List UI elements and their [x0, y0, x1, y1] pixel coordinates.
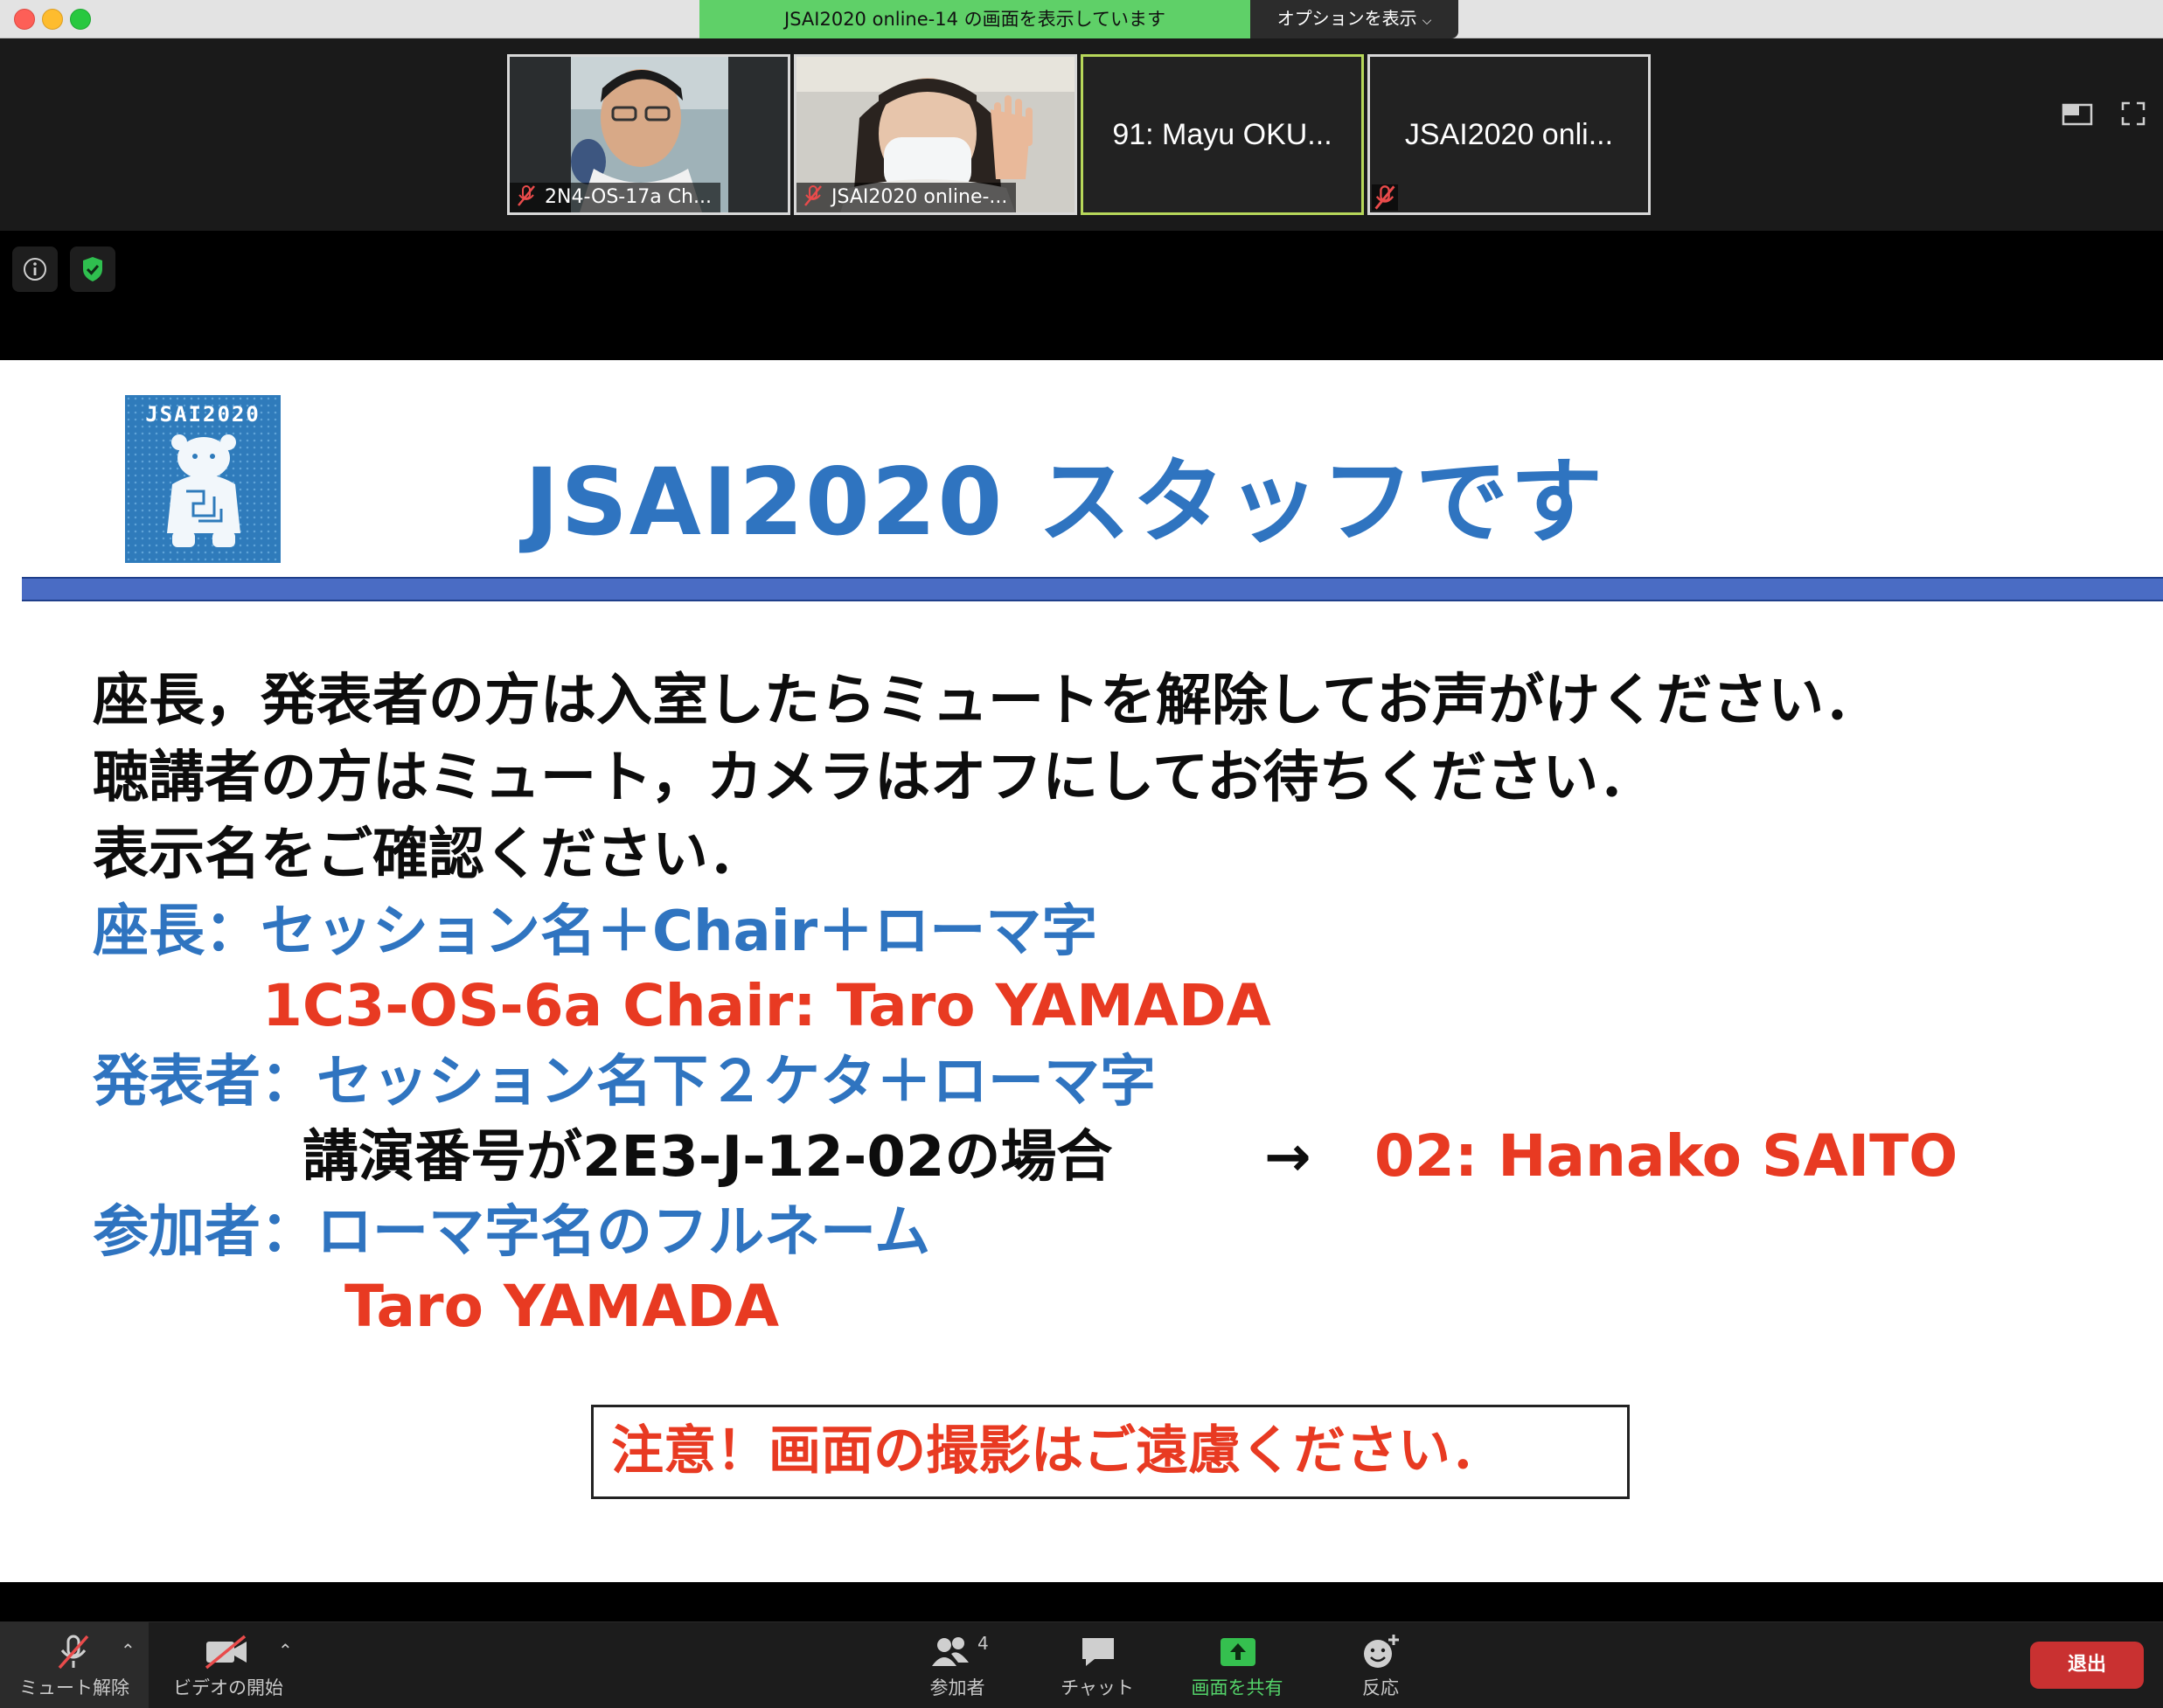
slide-title: JSAI2020 スタッフです — [525, 448, 1605, 556]
notice-text: 注意！画面の撮影はご遠慮ください． — [611, 1420, 1503, 1482]
logo-text: JSAI2020 — [145, 402, 261, 427]
jsai2020-logo: JSAI2020 — [125, 395, 281, 563]
microphone-muted-icon — [518, 185, 535, 206]
meeting-info-button[interactable] — [12, 246, 58, 292]
fullscreen-icon[interactable] — [2119, 100, 2147, 128]
microphone-muted-icon — [804, 185, 822, 206]
slide-line: 発表者：セッション名下２ケタ＋ローマ字 — [93, 1050, 1156, 1114]
maximize-window-button[interactable] — [70, 9, 91, 30]
slide-line: 座長，発表者の方は入室したらミュートを解除してお声がけください． — [93, 669, 1881, 733]
participants-icon — [932, 1637, 969, 1666]
window-titlebar: JSAI2020 online-14 の画面を表示しています オプションを表示 ⌵ — [0, 0, 2163, 38]
mute-status — [1372, 184, 1398, 211]
participants-button[interactable]: 4 参加者 — [909, 1622, 1005, 1708]
participant-name: 2N4-OS-17a Ch... — [545, 186, 712, 208]
encryption-status-button[interactable] — [70, 246, 115, 292]
reactions-button[interactable]: 反応 — [1332, 1622, 1429, 1708]
participant-tile[interactable]: 91: Mayu OKU... — [1081, 54, 1364, 215]
slide-line: 聴講者の方はミュート，カメラはオフにしてお待ちください． — [93, 746, 1655, 810]
participant-name-label: JSAI2020 online-... — [796, 183, 1017, 212]
share-screen-icon — [1221, 1638, 1255, 1666]
info-icon — [24, 258, 46, 281]
bear-mascot-icon — [167, 434, 240, 547]
participant-name-label: 2N4-OS-17a Ch... — [510, 183, 720, 212]
chat-bubble-icon — [1082, 1638, 1114, 1666]
view-options-button[interactable]: オプションを表示 ⌵ — [1250, 0, 1458, 38]
video-options-caret-icon[interactable]: ⌃ — [278, 1640, 293, 1661]
shared-screen-slide: JSAI2020 JSAI2020 スタッフです 座長，発表者の方は入室したらミ… — [0, 360, 2163, 1582]
close-window-button[interactable] — [14, 9, 35, 30]
slide-line: Taro YAMADA — [344, 1273, 780, 1340]
slide-line: 座長：セッション名＋Chair＋ローマ字 — [93, 899, 1098, 964]
screen-share-banner: JSAI2020 online-14 の画面を表示しています — [699, 0, 1250, 38]
participant-name: JSAI2020 onli... — [1404, 118, 1614, 151]
unmute-label: ミュート解除 — [19, 1677, 129, 1698]
slide-arrow: → — [1264, 1125, 1311, 1190]
unmute-button[interactable]: ミュート解除 — [0, 1622, 149, 1708]
start-video-label: ビデオの開始 — [173, 1677, 283, 1698]
switch-layout-icon[interactable] — [2062, 100, 2093, 128]
notice-box: 注意！画面の撮影はご遠慮ください． — [591, 1405, 1630, 1499]
participant-name: JSAI2020 online-... — [831, 186, 1008, 208]
microphone-muted-icon — [58, 1635, 89, 1670]
title-divider — [22, 577, 2163, 601]
shield-check-icon — [83, 257, 102, 281]
participant-name: 91: Mayu OKU... — [1112, 118, 1332, 151]
participant-tile[interactable]: JSAI2020 online-... — [794, 54, 1077, 215]
reaction-smiley-icon — [1364, 1635, 1399, 1668]
view-options-label: オプションを表示 — [1276, 8, 1417, 29]
video-camera-off-icon — [205, 1635, 247, 1670]
slide-line: 02: Hanako SAITO — [1374, 1122, 1958, 1190]
participants-count: 4 — [977, 1633, 989, 1654]
participant-video-strip: 2N4-OS-17a Ch... JSAI2020 online-... 91:… — [0, 38, 2163, 231]
audio-options-caret-icon[interactable]: ⌃ — [121, 1640, 136, 1661]
start-video-button[interactable]: ビデオの開始 — [163, 1622, 294, 1708]
share-screen-button[interactable]: 画面を共有 — [1180, 1622, 1294, 1708]
slide-line: 参加者：ローマ字名のフルネーム — [93, 1200, 931, 1265]
minimize-window-button[interactable] — [42, 9, 63, 30]
meeting-controls-toolbar: ミュート解除 ⌃ ビデオの開始 ⌃ 4 参加者 チャット 画面を共有 反応 退出 — [0, 1621, 2163, 1708]
chat-button[interactable]: チャット — [1049, 1622, 1145, 1708]
microphone-muted-icon — [1374, 185, 1395, 210]
reactions-label: 反応 — [1362, 1677, 1399, 1698]
slide-line: 1C3-OS-6a Chair: Taro YAMADA — [262, 972, 1271, 1039]
slide-line: 表示名をご確認ください． — [93, 823, 764, 887]
participant-tile[interactable]: 2N4-OS-17a Ch... — [507, 54, 790, 215]
share-screen-label: 画面を共有 — [1191, 1677, 1283, 1698]
chevron-down-icon: ⌵ — [1422, 14, 1432, 28]
leave-meeting-button[interactable]: 退出 — [2030, 1642, 2144, 1689]
participant-tile[interactable]: JSAI2020 onli... — [1367, 54, 1651, 215]
chat-label: チャット — [1061, 1677, 1134, 1698]
participants-label: 参加者 — [929, 1677, 985, 1698]
slide-line: 講演番号が2E3-J-12-02の場合 — [303, 1125, 1113, 1190]
